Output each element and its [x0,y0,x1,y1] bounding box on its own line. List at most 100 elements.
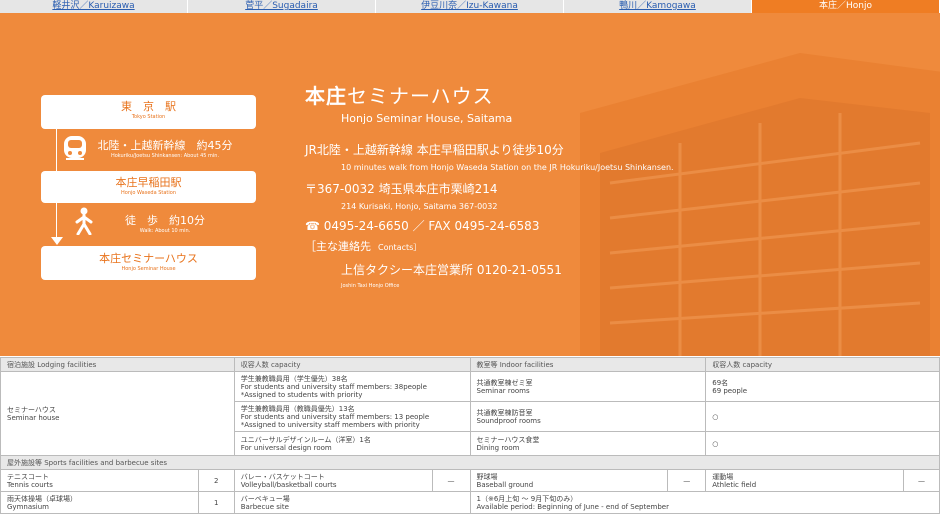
tennis-en: Tennis courts [7,480,53,489]
cap-line: *Assigned to university staff members wi… [240,420,420,429]
cap-line: 学生兼教職員用（学生優先）38名 [240,374,348,383]
facility-info: 本庄セミナーハウス Honjo Seminar House, Saitama J… [305,83,674,290]
room-cap: ○ [712,412,719,421]
lodging-name: セミナーハウス Seminar house [0,371,235,456]
athletic-cell: 運動場 Athletic field [705,469,904,492]
athletic-en: Athletic field [712,480,757,489]
baseball-count: — [667,469,707,492]
room-cap: ○ [712,439,719,448]
bbq-count-en: Available period: Beginning of June - en… [476,502,669,511]
title-rest: セミナーハウス [347,84,494,108]
cap-line: For students and university staff member… [240,382,427,391]
room-cap: 69名 [712,378,729,387]
tennis-count: 2 [197,469,235,492]
tab-kamogawa[interactable]: 鴨川／Kamogawa [564,0,752,13]
gym-en: Gymnasium [7,502,49,511]
header-capacity: 収容人数 capacity [233,357,471,372]
title-bold: 本庄 [305,84,347,108]
room-jp: 共通教室棟ゼミ室 [476,378,533,387]
route-train-label: 北陸・上越新幹線 約45分 [97,139,233,152]
tab-izu-kawana[interactable]: 伊豆川奈／Izu-Kawana [376,0,564,13]
room-en: Dining room [476,443,520,452]
room-jp: 共通教室棟防音室 [476,408,533,417]
indoor-capacity: ○ [705,401,940,432]
cap-line: ユニバーサルデザインルーム（洋室）1名 [240,435,371,444]
facilities-table: 宿泊施設 Lodging facilities 収容人数 capacity 教室… [0,357,940,514]
athletic-jp: 運動場 [712,472,734,481]
route-tokyo-station: 東 京 駅 Tokyo Station [41,95,256,129]
route-walk-step: 徒 歩 約10分 Walk: About 10 min. [110,214,220,235]
taxi-office: 上信タクシー本庄営業所 0120-21-0551 [341,263,562,277]
room-en: Soundproof rooms [476,416,541,425]
volley-cell: バレー・バスケットコート Volleyball/basketball court… [233,469,433,492]
athletic-count: — [902,469,940,492]
lodging-capacity: 学生兼教職員用（学生優先）38名 For students and univer… [233,371,471,402]
page-title: 本庄セミナーハウス [305,83,674,109]
route-mid-en: Honjo Waseda Station [121,190,176,196]
route-line-2 [56,203,57,241]
table-header-row: 屋外施設等 Sports facilities and barbecue sit… [0,455,940,470]
bbq-jp: バーベキュー場 [240,494,290,503]
gym-jp: 雨天体操場（卓球場） [7,494,77,503]
table-row: 雨天体操場（卓球場） Gymnasium 1 バーベキュー場 Barbecue … [0,491,940,514]
route-honjo-seminar-house: 本庄セミナーハウス Honjo Seminar House [41,246,256,280]
bbq-cell: バーベキュー場 Barbecue site [233,491,471,514]
route-train-step: 北陸・上越新幹線 約45分 Hokuriku/Joetsu Shinkansen… [90,139,240,160]
indoor-facility: 共通教室棟ゼミ室 Seminar rooms [469,371,707,402]
header-indoor: 教室等 Indoor facilities [469,357,707,372]
gym-cell: 雨天体操場（卓球場） Gymnasium [0,491,199,514]
access-en: 10 minutes walk from Honjo Waseda Statio… [341,163,674,172]
tennis-cell: テニスコート Tennis courts [0,469,199,492]
indoor-facility: 共通教室棟防音室 Soundproof rooms [469,401,707,432]
tab-karuizawa[interactable]: 軽井沢／Karuizawa [0,0,188,13]
lodging-name-jp: セミナーハウス [7,405,56,414]
taxi-office-en: Joshin Taxi Honjo Office [341,283,400,289]
table-row: テニスコート Tennis courts 2 バレー・バスケットコート Voll… [0,469,940,492]
cap-line: *Assigned to students with priority [240,390,363,399]
lodging-capacity: ユニバーサルデザインルーム（洋室）1名 For universal design… [233,431,471,456]
train-icon [64,136,86,160]
indoor-facility: セミナーハウス食堂 Dining room [469,431,707,456]
cap-line: For universal design room [240,443,332,452]
indoor-capacity: ○ [705,431,940,456]
route-train-en: Hokuriku/Joetsu Shinkansen: About 45 min… [110,153,220,159]
header-outdoor: 屋外施設等 Sports facilities and barbecue sit… [0,455,940,470]
route-line [56,129,57,171]
arrow-down-icon [51,237,63,245]
route-start-en: Tokyo Station [131,114,166,120]
route-honjo-waseda-station: 本庄早稲田駅 Honjo Waseda Station [41,171,256,203]
volley-en: Volleyball/basketball courts [240,480,337,489]
phone-fax: ☎ 0495-24-6650 ／ FAX 0495-24-6583 [305,219,540,233]
contacts-en: Contacts］ [378,243,422,252]
route-walk-en: Walk: About 10 min. [139,228,191,234]
cap-line: 学生兼教職員用（教職員優先）13名 [240,404,355,413]
lodging-name-en: Seminar house [7,413,60,422]
baseball-jp: 野球場 [476,472,498,481]
volley-jp: バレー・バスケットコート [240,472,325,481]
route-start-label: 東 京 駅 [121,100,176,113]
contacts-heading: ［主な連絡先 Contacts］ [305,239,674,256]
contacts-jp: ［主な連絡先 [305,240,371,253]
baseball-en: Baseball ground [476,480,534,489]
header-lodging: 宿泊施設 Lodging facilities [0,357,235,372]
table-header-row: 宿泊施設 Lodging facilities 収容人数 capacity 教室… [0,357,940,372]
bbq-count-jp: 1（※6月上旬 ～ 9月下旬のみ） [476,494,578,503]
location-tabs: 軽井沢／Karuizawa 菅平／Sugadaira 伊豆川奈／Izu-Kawa… [0,0,940,13]
hero-section: 東 京 駅 Tokyo Station 北陸・上越新幹線 約45分 Hokuri… [0,13,940,356]
bbq-count: 1（※6月上旬 ～ 9月下旬のみ） Available period: Begi… [469,491,940,514]
lodging-capacity: 学生兼教職員用（教職員優先）13名 For students and unive… [233,401,471,432]
indoor-capacity: 69名 69 people [705,371,940,402]
route-end-en: Honjo Seminar House [121,266,176,272]
room-jp: セミナーハウス食堂 [476,435,540,444]
volley-count: — [431,469,471,492]
tab-honjo[interactable]: 本庄／Honjo [752,0,940,13]
baseball-cell: 野球場 Baseball ground [469,469,669,492]
page-subtitle: Honjo Seminar House, Saitama [341,112,513,125]
bbq-en: Barbecue site [240,502,289,511]
cap-line: For students and university staff member… [240,412,430,421]
address-jp: 〒367-0032 埼玉県本庄市栗崎214 [305,182,498,196]
access-jp: JR北陸・上越新幹線 本庄早稲田駅より徒歩10分 [305,143,564,157]
tab-sugadaira[interactable]: 菅平／Sugadaira [188,0,376,13]
route-mid-label: 本庄早稲田駅 [115,176,182,189]
header-capacity-2: 収容人数 capacity [705,357,940,372]
